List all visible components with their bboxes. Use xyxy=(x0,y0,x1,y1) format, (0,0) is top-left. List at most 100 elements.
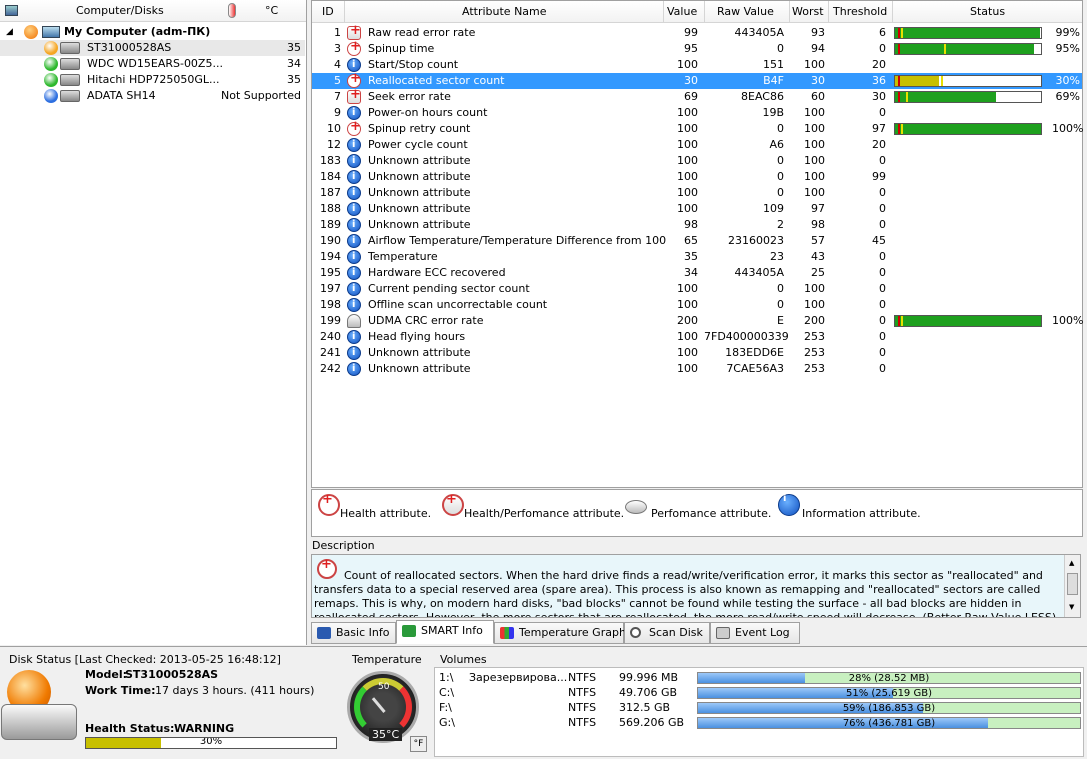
health-bar: 30% xyxy=(85,737,337,749)
table-row[interactable]: 10 Spinup retry count 100 0 100 97 100% xyxy=(312,119,1083,137)
table-row[interactable]: 184 Unknown attribute 100 0 100 99 xyxy=(312,169,1082,185)
threshold-mark xyxy=(898,28,900,38)
volume-row[interactable]: 1:\ Зарезервирова... NTFS 99.996 MB 28% (28.… xyxy=(435,670,1083,686)
disk-name: WDC WD15EARS-00Z5... xyxy=(87,57,223,70)
attr-raw: 7CAE56A3 xyxy=(726,362,784,375)
col-threshold[interactable]: Threshold xyxy=(833,5,887,18)
description-scrollbar[interactable]: ▲ ▼ xyxy=(1064,555,1080,617)
volume-usage-bar: 76% (436.781 GB) xyxy=(697,717,1081,729)
tree-disk-item[interactable]: WDC WD15EARS-00Z5... 34 xyxy=(0,56,305,72)
col-worst[interactable]: Worst xyxy=(792,5,824,18)
col-id[interactable]: ID xyxy=(322,5,334,18)
table-row[interactable]: 183 Unknown attribute 100 0 100 0 xyxy=(312,153,1082,169)
perf-icon xyxy=(347,314,361,328)
col-status[interactable]: Status xyxy=(970,5,1005,18)
attr-id: 5 xyxy=(334,74,341,87)
tree-header-name[interactable]: Computer/Disks xyxy=(76,4,164,17)
volume-row[interactable]: G:\ NTFS 569.206 GB 76% (436.781 GB) xyxy=(435,715,1083,731)
attr-value: 65 xyxy=(684,234,698,247)
volume-fs: NTFS xyxy=(568,716,597,729)
table-row[interactable]: 9 Power-on hours count 100 19B 100 0 xyxy=(312,105,1082,121)
collapse-arrow-icon[interactable]: ◢ xyxy=(6,24,13,40)
attr-name: Offline scan uncorrectable count xyxy=(368,298,548,311)
attr-name: Unknown attribute xyxy=(368,202,471,215)
temperature-value: 35°C xyxy=(369,728,403,741)
attr-threshold: 0 xyxy=(879,330,886,343)
attr-value: 99 xyxy=(684,26,698,39)
attr-id: 183 xyxy=(320,154,341,167)
attr-name: Hardware ECC recovered xyxy=(368,266,506,279)
info-icon xyxy=(347,361,361,377)
table-row[interactable]: 240 Head flying hours 100 7FD400000339 253 0 xyxy=(312,329,1082,345)
col-value[interactable]: Value xyxy=(667,5,697,18)
tree-disk-item[interactable]: ADATA SH14 Not Supported xyxy=(0,88,305,104)
attr-name: Current pending sector count xyxy=(368,282,530,295)
attr-raw: 443405A xyxy=(734,266,784,279)
health-value: WARNING xyxy=(174,722,235,735)
tab-event-log[interactable]: Event Log xyxy=(710,622,800,644)
attr-id: 188 xyxy=(320,202,341,215)
attr-worst: 100 xyxy=(804,186,825,199)
table-row[interactable]: 194 Temperature 35 23 43 0 xyxy=(312,249,1082,265)
info-icon xyxy=(347,345,361,361)
table-row[interactable]: 241 Unknown attribute 100 183EDD6E 253 0 xyxy=(312,345,1082,361)
fahrenheit-button[interactable]: °F xyxy=(410,736,427,752)
attr-threshold: 0 xyxy=(879,218,886,231)
worst-mark xyxy=(901,124,903,134)
scroll-down-icon[interactable]: ▼ xyxy=(1069,603,1074,611)
disk-temp: 35 xyxy=(287,73,301,86)
tree-root[interactable]: ◢ My Computer (adm-ПК) xyxy=(0,24,305,40)
table-row[interactable]: 3 Spinup time 95 0 94 0 95% xyxy=(312,39,1082,57)
disk-status-icon xyxy=(44,57,58,71)
tab-temperature-graph[interactable]: Temperature Graph xyxy=(494,622,626,644)
scroll-up-icon[interactable]: ▲ xyxy=(1069,559,1074,567)
attr-worst: 25 xyxy=(811,266,825,279)
table-header: ID Attribute Name Value Raw Value Worst … xyxy=(312,1,1082,23)
volume-row[interactable]: F:\ NTFS 312.5 GB 59% (186.853 GB) xyxy=(435,700,1083,716)
table-row[interactable]: 1 Raw read error rate 99 443405A 93 6 99% xyxy=(312,23,1082,41)
attr-id: 194 xyxy=(320,250,341,263)
volume-usage-bar: 51% (25.619 GB) xyxy=(697,687,1081,699)
attr-threshold: 99 xyxy=(872,170,886,183)
table-row[interactable]: 198 Offline scan uncorrectable count 100 0 1… xyxy=(312,297,1082,313)
attr-threshold: 0 xyxy=(879,362,886,375)
table-row[interactable]: 242 Unknown attribute 100 7CAE56A3 253 0 xyxy=(312,361,1082,377)
attr-id: 4 xyxy=(334,58,341,71)
table-row[interactable]: 187 Unknown attribute 100 0 100 0 xyxy=(312,185,1082,201)
status-bar-fill xyxy=(895,92,996,102)
scroll-thumb[interactable] xyxy=(1067,573,1078,595)
attr-value: 100 xyxy=(677,170,698,183)
hard-disk-icon xyxy=(60,58,80,70)
attr-value: 100 xyxy=(677,154,698,167)
attr-name: Reallocated sector count xyxy=(368,74,505,87)
tab-basic-info[interactable]: Basic Info xyxy=(311,622,396,644)
tab-temperature-graph-label: Temperature Graph xyxy=(519,626,626,639)
tree-header-temp[interactable]: °C xyxy=(265,4,278,17)
perf-legend-icon xyxy=(625,500,647,514)
attr-id: 241 xyxy=(320,346,341,359)
tab-smart-info[interactable]: SMART Info xyxy=(396,620,494,644)
table-row[interactable]: 7 Seek error rate 69 8EAC86 60 30 69% xyxy=(312,87,1082,105)
col-name[interactable]: Attribute Name xyxy=(462,5,547,18)
table-row[interactable]: 195 Hardware ECC recovered 34 443405A 25 0 xyxy=(312,265,1082,281)
table-row[interactable]: 190 Airflow Temperature/Temperature Diffe… xyxy=(312,233,1082,249)
attr-value: 100 xyxy=(677,122,698,135)
status-bar-fill xyxy=(895,316,1041,326)
tab-event-log-label: Event Log xyxy=(735,626,790,639)
table-row[interactable]: 5 Reallocated sector count 30 B4F 30 36 30% xyxy=(312,71,1082,89)
col-raw[interactable]: Raw Value xyxy=(717,5,774,18)
tab-scan-disk[interactable]: Scan Disk xyxy=(624,622,710,644)
table-row[interactable]: 12 Power cycle count 100 A6 100 20 xyxy=(312,137,1082,153)
table-row[interactable]: 4 Start/Stop count 100 151 100 20 xyxy=(312,57,1082,73)
volume-usage-text: 76% (436.781 GB) xyxy=(842,718,936,729)
volume-size: 99.996 MB xyxy=(619,671,679,684)
table-row[interactable]: 199 UDMA CRC error rate 200 E 200 0 100% xyxy=(312,313,1083,329)
attr-worst: 94 xyxy=(811,42,825,55)
table-row[interactable]: 197 Current pending sector count 100 0 100 0 xyxy=(312,281,1082,297)
tree-disk-item[interactable]: Hitachi HDP725050GL... 35 xyxy=(0,72,305,88)
volume-row[interactable]: C:\ NTFS 49.706 GB 51% (25.619 GB) xyxy=(435,685,1083,701)
attr-id: 190 xyxy=(320,234,341,247)
table-row[interactable]: 189 Unknown attribute 98 2 98 0 xyxy=(312,217,1082,233)
table-row[interactable]: 188 Unknown attribute 100 109 97 0 xyxy=(312,201,1082,217)
tree-disk-item[interactable]: ST31000528AS 35 xyxy=(0,40,305,56)
